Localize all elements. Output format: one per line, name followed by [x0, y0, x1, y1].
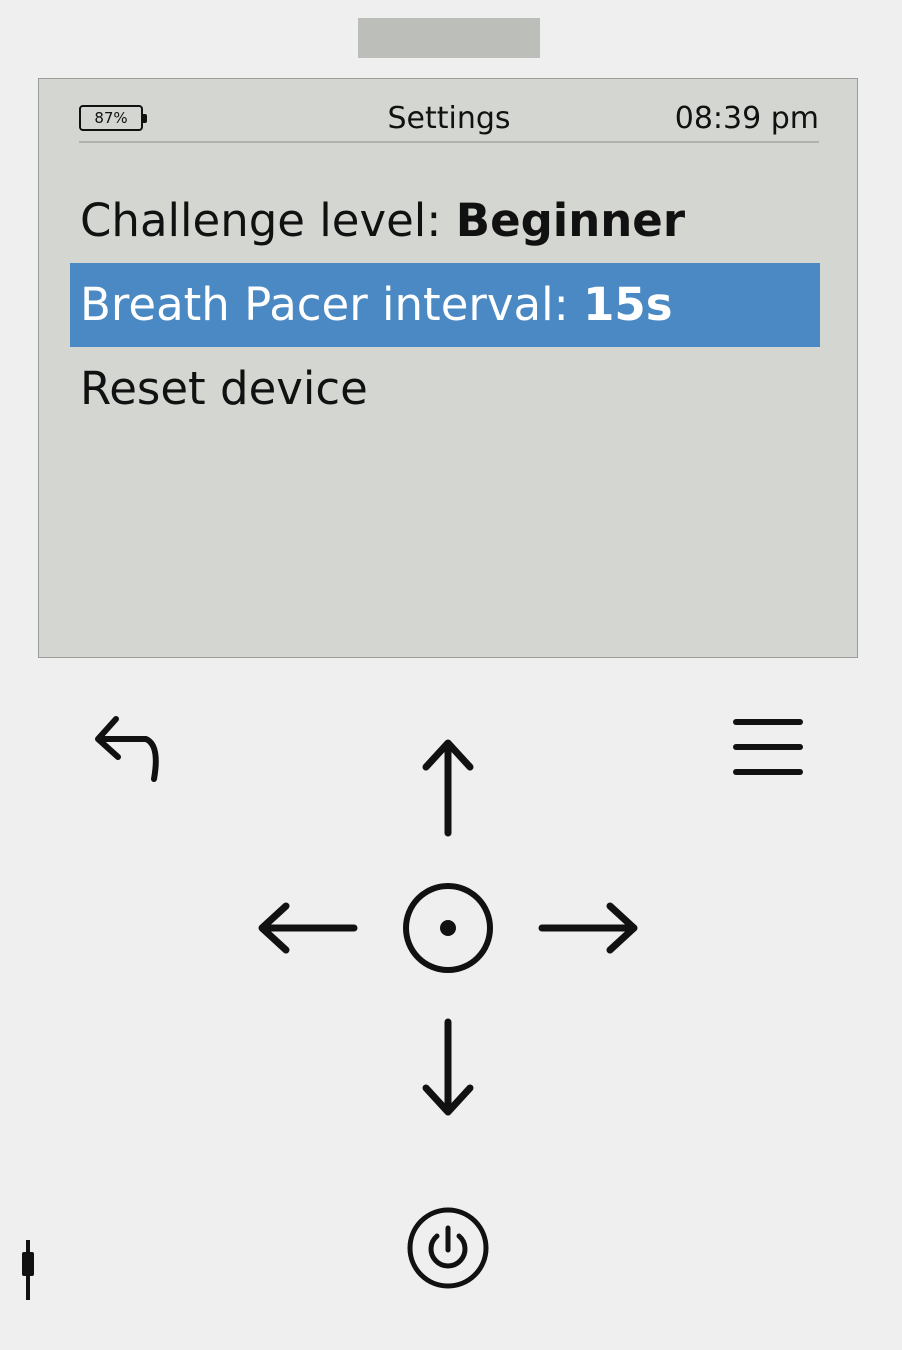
undo-arrow-icon — [95, 716, 159, 782]
menu-item-reset-device[interactable]: Reset device — [70, 347, 820, 431]
arrow-left-icon — [258, 902, 358, 954]
down-button[interactable] — [418, 1016, 478, 1122]
audio-jack-icon — [18, 1238, 38, 1306]
left-button[interactable] — [254, 898, 360, 958]
settings-menu: Challenge level: Beginner Breath Pacer i… — [70, 179, 820, 431]
power-button[interactable] — [404, 1206, 492, 1294]
menu-item-label: Breath Pacer interval: — [80, 278, 584, 331]
arrow-up-icon — [422, 739, 474, 837]
select-button[interactable] — [400, 880, 496, 976]
status-bar: 87% Settings 08:39 pm — [79, 99, 819, 143]
hamburger-menu-icon — [733, 719, 803, 775]
menu-item-value: Beginner — [455, 194, 686, 247]
device-body: 87% Settings 08:39 pm Challenge level: B… — [0, 0, 902, 1350]
back-button[interactable] — [88, 705, 168, 789]
clock: 08:39 pm — [674, 101, 819, 136]
menu-item-value: 15s — [583, 278, 673, 331]
up-button[interactable] — [418, 735, 478, 841]
select-circle-icon — [403, 883, 493, 973]
menu-item-challenge-level[interactable]: Challenge level: Beginner — [70, 179, 820, 263]
arrow-down-icon — [422, 1018, 474, 1116]
power-icon — [407, 1207, 489, 1289]
menu-item-label: Reset device — [80, 362, 368, 415]
right-button[interactable] — [536, 898, 642, 958]
menu-item-breath-pacer-interval[interactable]: Breath Pacer interval: 15s — [70, 263, 820, 347]
arrow-right-icon — [538, 902, 638, 954]
menu-button[interactable] — [728, 712, 808, 782]
menu-item-label: Challenge level: — [80, 194, 456, 247]
device-screen: 87% Settings 08:39 pm Challenge level: B… — [38, 78, 858, 658]
device-top-tab — [358, 18, 540, 58]
